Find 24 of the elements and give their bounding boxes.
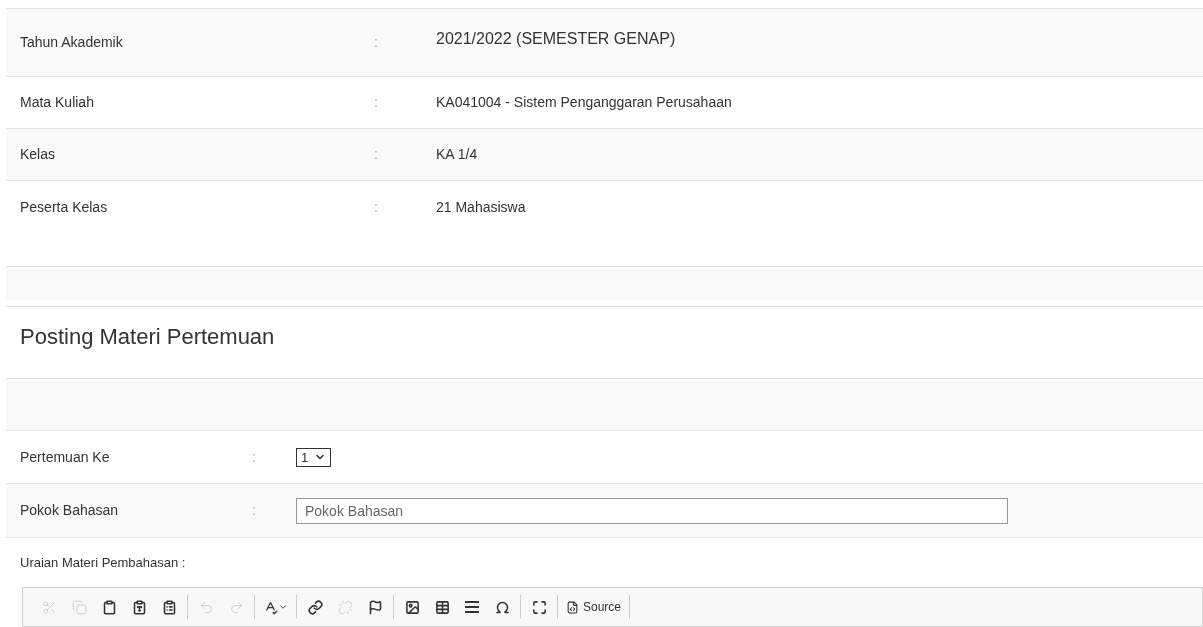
spellcheck-icon — [263, 599, 278, 615]
field-label: Kelas — [19, 145, 57, 164]
code-file-icon — [566, 600, 579, 614]
field-label: Pokok Bahasan — [19, 501, 120, 520]
colon-separator: : — [374, 145, 379, 164]
field-label: Tahun Akademik — [19, 33, 124, 52]
colon-separator: : — [252, 447, 257, 467]
topic-input[interactable]: Pokok Bahasan — [296, 497, 1008, 524]
field-label: Mata Kuliah — [19, 93, 95, 112]
source-button[interactable]: Source — [562, 595, 626, 619]
meeting-select[interactable]: 1 — [296, 447, 332, 467]
colon-separator: : — [252, 501, 257, 520]
colon-separator: : — [374, 93, 379, 112]
section-title: Posting Materi Pertemuan — [20, 323, 275, 351]
field-value: 21 Mahasiswa — [436, 198, 526, 217]
colon-separator: : — [374, 33, 379, 52]
colon-separator: : — [374, 198, 379, 217]
field-label: Pertemuan Ke — [19, 447, 111, 467]
field-value: KA 1/4 — [436, 145, 478, 164]
field-value: 2021/2022 (SEMESTER GENAP) — [436, 28, 676, 49]
field-label: Uraian Materi Pembahasan : — [20, 553, 186, 572]
field-value: KA041004 - Sistem Penganggaran Perusahaan — [436, 93, 732, 112]
field-label: Peserta Kelas — [19, 198, 109, 217]
caret-icon — [278, 602, 288, 612]
